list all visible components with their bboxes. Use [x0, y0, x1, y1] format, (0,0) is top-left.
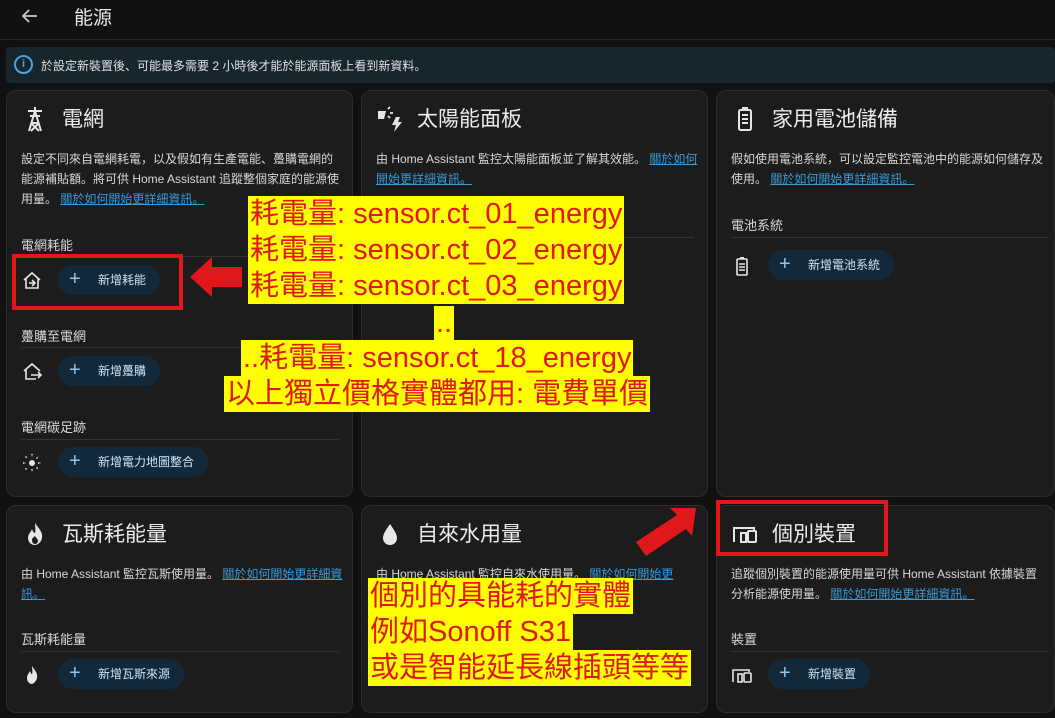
gas-section-label: 瓦斯耗能量 — [21, 632, 87, 647]
info-icon: i — [14, 55, 33, 74]
water-drop-icon — [376, 520, 404, 548]
divider — [21, 651, 339, 652]
highlight-box-consumption — [12, 254, 183, 310]
divider — [21, 439, 339, 440]
plus-icon: + — [779, 662, 791, 684]
info-alert-text: 於設定新裝置後、可能最多需要 2 小時後才能於能源面板上看到新資料。 — [41, 59, 427, 73]
info-alert: i 於設定新裝置後、可能最多需要 2 小時後才能於能源面板上看到新資料。 — [6, 47, 1055, 83]
gas-description-text: 由 Home Assistant 監控瓦斯使用量。 — [21, 567, 220, 581]
top-app-bar: 能源 — [0, 0, 1055, 40]
battery-description: 假如使用電池系統，可以設定監控電池中的能源如何儲存及使用。 關於如何開始更詳細資… — [731, 149, 1049, 189]
add-device-label: 新增裝置 — [808, 667, 857, 681]
plus-icon: + — [69, 662, 81, 684]
battery-card: 家用電池儲備 假如使用電池系統，可以設定監控電池中的能源如何儲存及使用。 關於如… — [716, 90, 1055, 497]
battery-section-label: 電池系統 — [731, 218, 784, 233]
divider — [731, 237, 1049, 238]
grid-return-label: 躉購至電網 — [21, 329, 87, 344]
battery-learn-more-link[interactable]: 關於如何開始更詳細資訊。 — [770, 172, 914, 186]
annotation-devices-line-2: 例如Sonoff S31 — [368, 614, 573, 650]
arrow-left-icon[interactable] — [18, 4, 46, 28]
annotation-ct-energy-line-2: 耗電量: sensor.ct_02_energy — [248, 232, 625, 268]
devices-description: 追蹤個別裝置的能源使用量可供 Home Assistant 依據裝置分析能源使用… — [731, 564, 1049, 604]
add-co2-signal-button[interactable]: + 新增電力地圖整合 — [58, 447, 209, 477]
water-title: 自來水用量 — [417, 523, 522, 546]
divider — [731, 651, 1049, 652]
arrow-left-annotation — [190, 257, 242, 297]
add-battery-label: 新增電池系統 — [808, 258, 881, 272]
gas-description: 由 Home Assistant 監控瓦斯使用量。 關於如何開始更詳細資訊。 — [21, 564, 343, 604]
page-title: 能源 — [74, 8, 113, 29]
highlight-box-devices — [716, 500, 888, 556]
annotation-devices-line-3: 或是智能延長線插頭等等 — [368, 650, 692, 686]
grid-co2-label: 電網碳足跡 — [21, 420, 87, 435]
battery-icon — [731, 105, 759, 133]
annotation-ct-energy-ellipsis: .. — [434, 306, 455, 340]
gas-card: 瓦斯耗能量 由 Home Assistant 監控瓦斯使用量。 關於如何開始更詳… — [6, 505, 353, 713]
solar-description-text: 由 Home Assistant 監控太陽能面板並了解其效能。 — [376, 152, 647, 166]
add-gas-label: 新增瓦斯來源 — [98, 667, 171, 681]
solar-power-icon — [376, 105, 404, 133]
annotation-price-entity: 以上獨立價格實體都用: 電費單價 — [224, 376, 651, 412]
carbon-footprint-icon — [21, 452, 43, 474]
plus-icon: + — [69, 450, 81, 472]
plus-icon: + — [69, 359, 81, 381]
grid-consumption-label: 電網耗能 — [21, 238, 74, 253]
add-battery-button[interactable]: + 新增電池系統 — [768, 250, 895, 280]
transmission-tower-icon — [21, 105, 49, 133]
devices-small-icon — [731, 664, 753, 686]
fire-icon — [21, 520, 49, 548]
add-device-button[interactable]: + 新增裝置 — [768, 659, 871, 689]
annotation-ct-energy-line-1: 耗電量: sensor.ct_01_energy — [248, 196, 625, 232]
add-co2-signal-label: 新增電力地圖整合 — [98, 455, 195, 469]
grid-learn-more-link[interactable]: 關於如何開始更詳細資訊。 — [60, 192, 204, 206]
arrow-up-right-annotation — [636, 508, 696, 556]
plus-icon: + — [779, 253, 791, 275]
solar-title: 太陽能面板 — [417, 108, 522, 131]
annotation-devices-line-1: 個別的具能耗的實體 — [368, 578, 634, 614]
gas-title: 瓦斯耗能量 — [62, 523, 167, 546]
add-return-button[interactable]: + 新增躉購 — [58, 356, 161, 386]
home-export-icon — [21, 361, 43, 383]
add-return-label: 新增躉購 — [98, 364, 147, 378]
grid-title: 電網 — [62, 108, 104, 131]
devices-section-label: 裝置 — [731, 632, 758, 647]
annotation-ct-energy-line-18: ..耗電量: sensor.ct_18_energy — [241, 340, 634, 376]
fire-small-icon — [21, 664, 43, 686]
battery-small-icon — [731, 255, 753, 277]
battery-title: 家用電池儲備 — [772, 108, 898, 131]
add-gas-button[interactable]: + 新增瓦斯來源 — [58, 659, 185, 689]
annotation-ct-energy-line-3: 耗電量: sensor.ct_03_energy — [248, 268, 625, 304]
devices-learn-more-link[interactable]: 關於如何開始更詳細資訊。 — [830, 587, 974, 601]
solar-description: 由 Home Assistant 監控太陽能面板並了解其效能。 關於如何開始更詳… — [376, 149, 698, 189]
